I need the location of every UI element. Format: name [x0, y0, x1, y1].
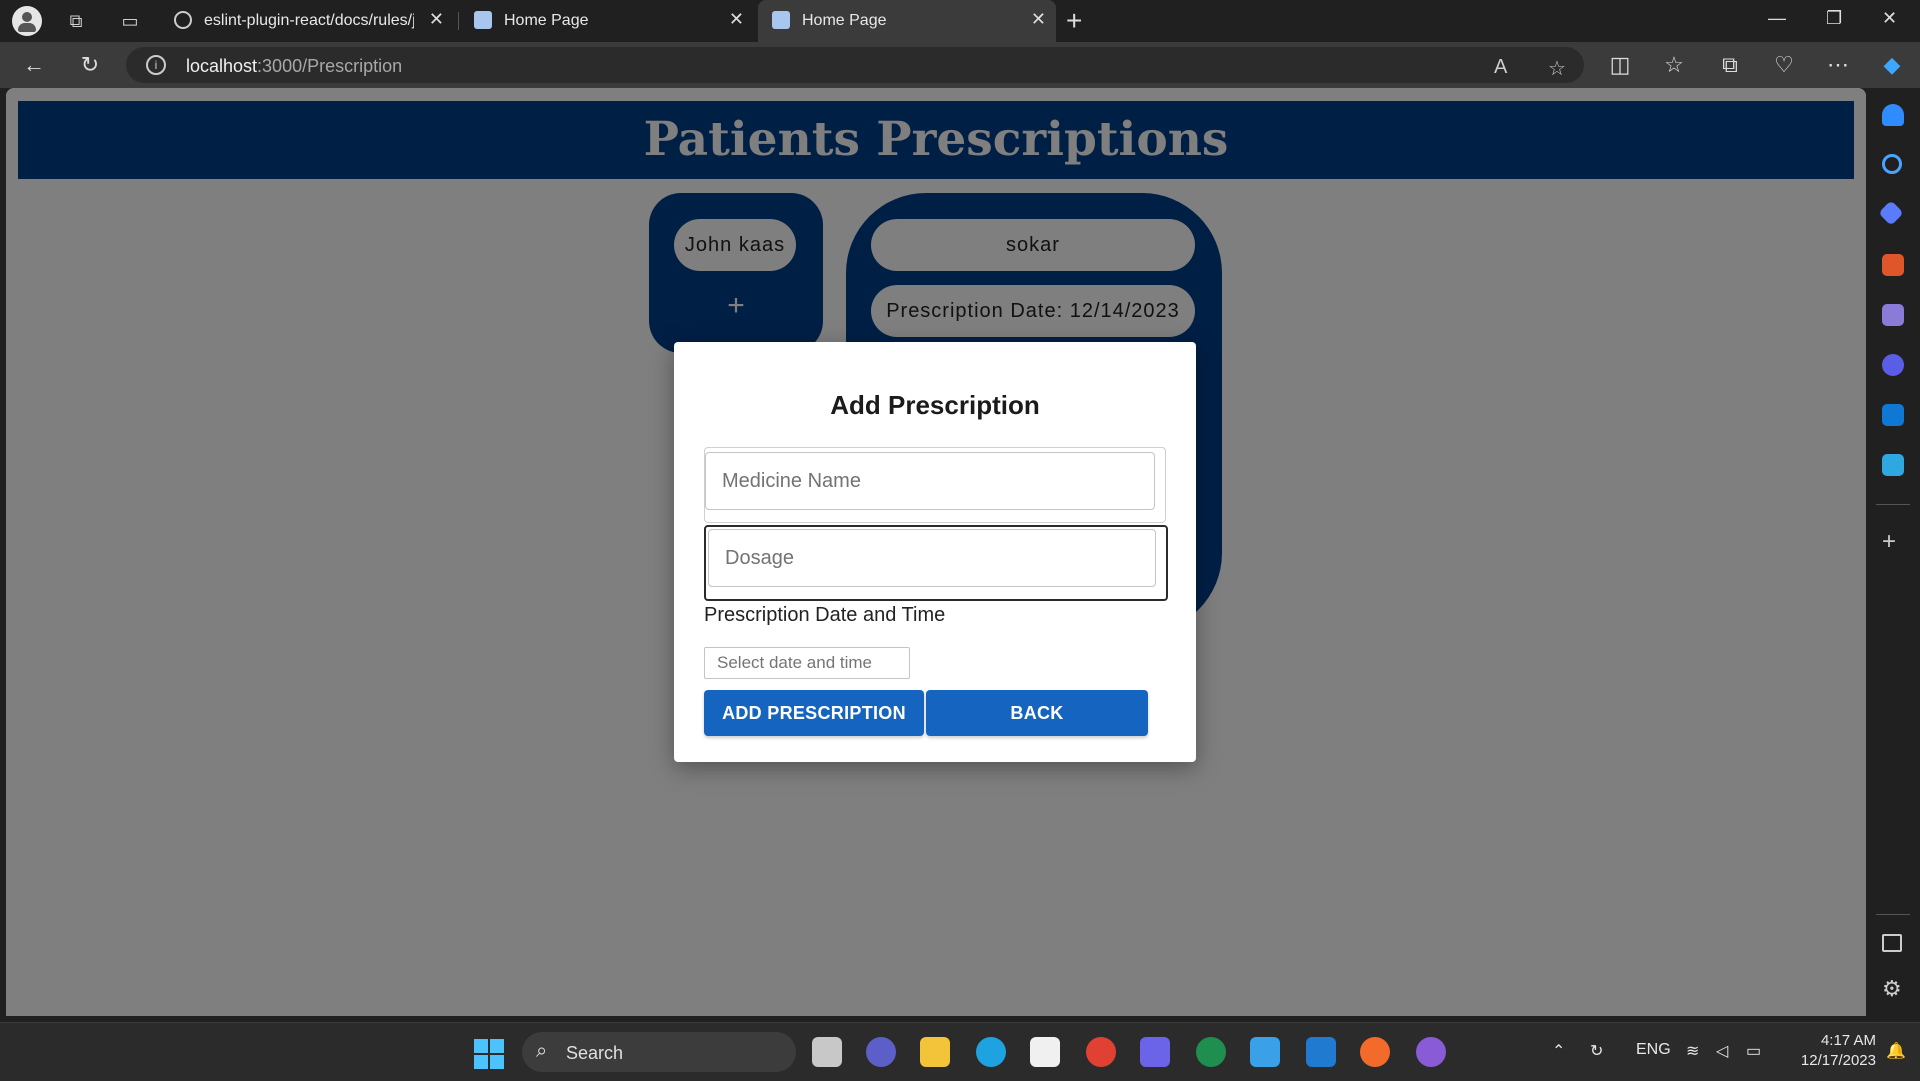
- tab-close-icon[interactable]: ✕: [729, 9, 744, 30]
- file-explorer-icon[interactable]: [920, 1037, 950, 1067]
- address-bar[interactable]: i localhost:3000/Prescription A ☆: [126, 47, 1584, 83]
- url-host: localhost: [186, 56, 258, 76]
- copilot-sidebar-icon[interactable]: [1882, 354, 1904, 376]
- tab-title: Home Page: [504, 12, 589, 29]
- mongodb-icon[interactable]: [1196, 1037, 1226, 1067]
- read-aloud-icon[interactable]: A: [1494, 56, 1507, 79]
- minimize-icon[interactable]: —: [1768, 8, 1786, 29]
- notepad-icon[interactable]: [1250, 1037, 1280, 1067]
- dosage-field-wrapper: [704, 525, 1168, 601]
- url-path: :3000/Prescription: [257, 56, 403, 76]
- tab-close-icon[interactable]: ✕: [1031, 9, 1046, 30]
- back-button[interactable]: BACK: [926, 690, 1148, 736]
- page-favicon-icon: [772, 11, 790, 29]
- github-desktop-icon[interactable]: [1416, 1037, 1446, 1067]
- dosage-input[interactable]: [708, 529, 1156, 587]
- browser-essentials-icon[interactable]: ♡: [1770, 51, 1798, 79]
- taskbar-search-label: Search: [566, 1043, 624, 1063]
- browser-toolbar: ← ↻ i localhost:3000/Prescription A ☆ ◫ …: [0, 42, 1920, 88]
- datetime-picker-input[interactable]: [704, 647, 910, 679]
- url-text[interactable]: localhost:3000/Prescription: [186, 56, 402, 77]
- volume-icon[interactable]: ◁: [1716, 1041, 1728, 1061]
- windows-taskbar: ⌕ Search ⌃ ↻ ENG ≋ ◁ ▭ 4:17 AM 12/17/202…: [0, 1022, 1920, 1081]
- tab-separator: [458, 12, 459, 30]
- copilot-taskbar-icon[interactable]: [1140, 1037, 1170, 1067]
- new-tab-icon[interactable]: +: [1066, 5, 1082, 37]
- add-prescription-dialog: Add Prescription Prescription Date and T…: [674, 342, 1196, 762]
- github-icon: [174, 11, 192, 29]
- taskbar-clock[interactable]: 4:17 AM 12/17/2023: [1780, 1031, 1876, 1071]
- language-indicator[interactable]: ENG: [1636, 1041, 1671, 1059]
- task-view-icon[interactable]: [812, 1037, 842, 1067]
- settings-gear-icon[interactable]: ⚙: [1882, 976, 1902, 1002]
- taskbar-search[interactable]: ⌕ Search: [522, 1032, 796, 1072]
- vertical-tabs-icon[interactable]: ▭: [118, 9, 142, 33]
- split-screen-icon[interactable]: ◫: [1606, 51, 1634, 79]
- workspaces-icon[interactable]: ⧉: [64, 9, 88, 33]
- sync-icon[interactable]: ↻: [1590, 1041, 1603, 1061]
- windows-start-icon[interactable]: [474, 1039, 504, 1069]
- back-arrow-icon[interactable]: ←: [20, 51, 48, 79]
- collections-icon[interactable]: ⧉: [1716, 51, 1744, 79]
- copilot-icon[interactable]: ◆: [1878, 51, 1906, 79]
- vscode-icon[interactable]: [1306, 1037, 1336, 1067]
- restore-icon[interactable]: ❐: [1826, 8, 1842, 29]
- teams-chat-icon[interactable]: [866, 1037, 896, 1067]
- site-info-icon[interactable]: i: [146, 55, 166, 75]
- notification-bell-icon[interactable]: 🔔: [1886, 1041, 1906, 1061]
- tab-close-icon[interactable]: ✕: [429, 9, 444, 30]
- search-icon[interactable]: [1882, 154, 1902, 174]
- chrome-icon[interactable]: [1086, 1037, 1116, 1067]
- postman-icon[interactable]: [1360, 1037, 1390, 1067]
- notification-bell-icon[interactable]: [1882, 104, 1904, 126]
- datetime-label: Prescription Date and Time: [704, 604, 946, 626]
- add-sidebar-app-icon[interactable]: +: [1882, 528, 1896, 556]
- close-window-icon[interactable]: ✕: [1882, 8, 1897, 29]
- more-options-icon[interactable]: ⋯: [1824, 51, 1852, 79]
- edge-browser-icon[interactable]: [976, 1037, 1006, 1067]
- page-viewport: Patients Prescriptions John kaas + sokar…: [6, 88, 1866, 1016]
- browser-titlebar: ⧉ ▭ eslint-plugin-react/docs/rules/jsx ✕…: [0, 0, 1920, 42]
- tab-home-page-active[interactable]: Home Page ✕: [758, 0, 1056, 42]
- clock-time: 4:17 AM: [1820, 1032, 1876, 1049]
- tools-icon[interactable]: [1882, 254, 1904, 276]
- page-favicon-icon: [474, 11, 492, 29]
- tab-eslint-docs[interactable]: eslint-plugin-react/docs/rules/jsx ✕: [160, 0, 454, 42]
- medicine-field-wrapper: [704, 447, 1166, 523]
- outlook-icon[interactable]: [1882, 404, 1904, 426]
- medicine-name-input[interactable]: [705, 452, 1155, 510]
- battery-icon[interactable]: ▭: [1746, 1041, 1761, 1061]
- microsoft-store-icon[interactable]: [1030, 1037, 1060, 1067]
- games-icon[interactable]: [1882, 304, 1904, 326]
- sidebar-divider: [1876, 504, 1910, 505]
- tab-title: Home Page: [802, 12, 887, 29]
- shopping-tag-icon[interactable]: [1878, 200, 1904, 226]
- favorite-star-icon[interactable]: ☆: [1548, 56, 1566, 81]
- edge-sidebar: + ⚙: [1866, 88, 1920, 1023]
- clock-date: 12/17/2023: [1800, 1052, 1876, 1069]
- search-icon: ⌕: [536, 1040, 548, 1062]
- dialog-title: Add Prescription: [830, 390, 1040, 420]
- wifi-icon[interactable]: ≋: [1686, 1041, 1699, 1061]
- tab-title: eslint-plugin-react/docs/rules/jsx: [204, 12, 414, 29]
- profile-avatar-icon[interactable]: [12, 6, 42, 36]
- favorites-icon[interactable]: ☆: [1660, 51, 1688, 79]
- sidebar-divider: [1876, 914, 1910, 915]
- refresh-icon[interactable]: ↻: [76, 51, 104, 79]
- add-prescription-button[interactable]: ADD PRESCRIPTION: [704, 690, 924, 736]
- hide-sidebar-icon[interactable]: [1882, 934, 1902, 952]
- tab-home-page[interactable]: Home Page ✕: [460, 0, 754, 42]
- tray-overflow-chevron-icon[interactable]: ⌃: [1552, 1041, 1565, 1061]
- send-icon[interactable]: [1882, 454, 1904, 476]
